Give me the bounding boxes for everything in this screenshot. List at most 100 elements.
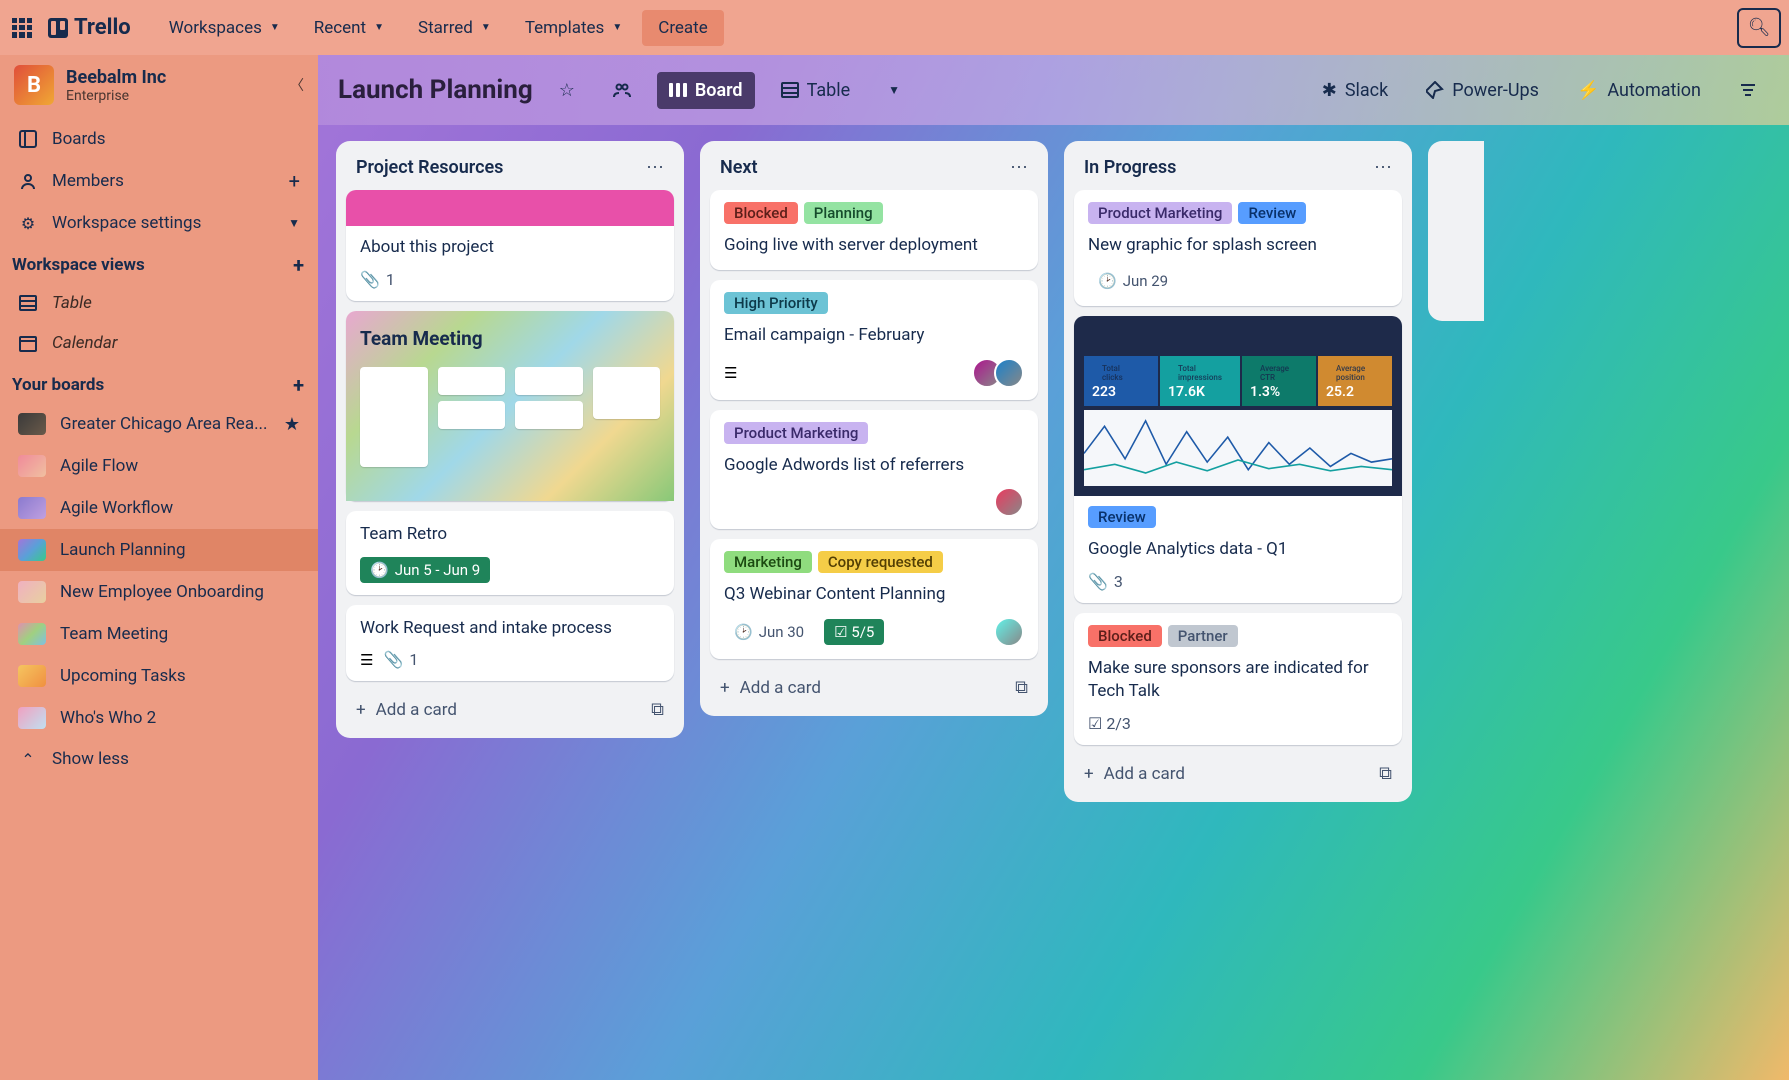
card-label[interactable]: High Priority — [724, 292, 828, 314]
card-title: Email campaign - February — [724, 324, 1024, 348]
avatar[interactable] — [994, 487, 1024, 517]
avatar[interactable] — [994, 358, 1024, 388]
your-boards-heading: Your boards + — [0, 363, 318, 403]
card[interactable]: Work Request and intake process☰📎1 — [346, 605, 674, 682]
sidebar-boards[interactable]: Boards — [0, 119, 318, 159]
date-badge[interactable]: 🕑Jun 5 - Jun 9 — [360, 557, 490, 583]
card[interactable]: BlockedPartnerMake sure sponsors are ind… — [1074, 613, 1402, 746]
card-cover — [346, 190, 674, 226]
create-button[interactable]: Create — [642, 10, 724, 46]
card-members[interactable] — [1002, 617, 1024, 647]
sidebar-settings[interactable]: ⚙ Workspace settings ▼ — [0, 203, 318, 243]
card-members[interactable] — [980, 358, 1024, 388]
sidebar-view-table[interactable]: Table — [0, 283, 318, 323]
card-label[interactable]: Product Marketing — [1088, 202, 1232, 224]
sidebar-board-item[interactable]: Greater Chicago Area Rea... ★ — [0, 403, 318, 445]
sidebar-board-item[interactable]: Launch Planning — [0, 529, 318, 571]
date-badge[interactable]: 🕑Jun 29 — [1088, 268, 1178, 294]
card[interactable]: BlockedPlanningGoing live with server de… — [710, 190, 1038, 270]
card[interactable]: Team Retro🕑Jun 5 - Jun 9 — [346, 511, 674, 595]
description-icon: ☰ — [360, 651, 373, 669]
card-label[interactable]: Partner — [1168, 625, 1238, 647]
board-thumb — [18, 707, 46, 729]
card-label[interactable]: Blocked — [1088, 625, 1162, 647]
workspace-name: Beebalm Inc — [66, 67, 166, 88]
trello-logo-icon — [48, 18, 68, 38]
card-label[interactable]: Product Marketing — [724, 422, 868, 444]
board-thumb — [18, 497, 46, 519]
card-label[interactable]: Planning — [804, 202, 883, 224]
add-board-icon[interactable]: + — [293, 373, 304, 397]
date-badge[interactable]: 🕑Jun 30 — [724, 619, 814, 645]
card[interactable]: High PriorityEmail campaign - February☰ — [710, 280, 1038, 400]
star-icon[interactable]: ★ — [284, 414, 300, 435]
card[interactable]: Product MarketingReviewNew graphic for s… — [1074, 190, 1402, 306]
clock-icon: 🕑 — [1098, 272, 1117, 290]
board-thumb — [18, 581, 46, 603]
card[interactable]: Product MarketingGoogle Adwords list of … — [710, 410, 1038, 530]
list-title[interactable]: In Progress — [1084, 157, 1176, 178]
board-name-label: Who's Who 2 — [60, 708, 156, 728]
sidebar-members[interactable]: Members + — [0, 159, 318, 203]
board-view-button[interactable]: Board — [657, 72, 755, 109]
card[interactable]: Team Meeting — [346, 311, 674, 501]
card[interactable]: MarketingCopy requestedQ3 Webinar Conten… — [710, 539, 1038, 659]
checklist-badge[interactable]: ☑ 2/3 — [1088, 714, 1131, 733]
board-members-button[interactable] — [601, 73, 643, 107]
sidebar-board-item[interactable]: Upcoming Tasks — [0, 655, 318, 697]
card-labels: Review — [1088, 506, 1388, 528]
card-label[interactable]: Blocked — [724, 202, 798, 224]
apps-icon[interactable] — [10, 16, 34, 40]
template-icon[interactable]: ⧉ — [1379, 763, 1392, 784]
filter-button[interactable] — [1727, 73, 1769, 107]
list-menu-icon[interactable]: ⋯ — [1374, 157, 1394, 178]
card-label[interactable]: Marketing — [724, 551, 812, 573]
sidebar-show-less[interactable]: ⌃ Show less — [0, 739, 318, 779]
list: In Progress ⋯Product MarketingReviewNew … — [1064, 141, 1412, 802]
chevron-down-icon[interactable]: ▼ — [288, 216, 300, 230]
sidebar-board-item[interactable]: Team Meeting — [0, 613, 318, 655]
sidebar-board-item[interactable]: New Employee Onboarding — [0, 571, 318, 613]
add-view-icon[interactable]: + — [293, 253, 304, 277]
list-menu-icon[interactable]: ⋯ — [646, 157, 666, 178]
nav-workspaces[interactable]: Workspaces▼ — [155, 10, 294, 46]
list-peek[interactable] — [1428, 141, 1484, 321]
add-card-button[interactable]: +Add a card⧉ — [1074, 755, 1402, 792]
add-member-icon[interactable]: + — [289, 169, 300, 193]
card-title: Work Request and intake process — [360, 617, 660, 641]
nav-recent[interactable]: Recent▼ — [300, 10, 398, 46]
sidebar-view-calendar[interactable]: Calendar — [0, 323, 318, 363]
table-view-button[interactable]: Table — [769, 72, 863, 109]
card[interactable]: Total clicks223Total impressions17.6KAve… — [1074, 316, 1402, 603]
add-card-button[interactable]: +Add a card⧉ — [710, 669, 1038, 706]
list-title[interactable]: Next — [720, 157, 758, 178]
trello-logo[interactable]: Trello — [48, 15, 131, 40]
star-board-button[interactable]: ☆ — [547, 72, 587, 109]
sidebar-board-item[interactable]: Agile Flow — [0, 445, 318, 487]
view-switcher-button[interactable]: ▼ — [876, 75, 912, 105]
card[interactable]: About this project📎1 — [346, 190, 674, 301]
template-icon[interactable]: ⧉ — [651, 699, 664, 720]
template-icon[interactable]: ⧉ — [1015, 677, 1028, 698]
board-name[interactable]: Launch Planning — [338, 75, 533, 105]
card-label[interactable]: Review — [1238, 202, 1306, 224]
card-label[interactable]: Copy requested — [818, 551, 943, 573]
slack-button[interactable]: ✱Slack — [1310, 72, 1401, 109]
list-menu-icon[interactable]: ⋯ — [1010, 157, 1030, 178]
search-button[interactable]: 🔍︎ — [1737, 8, 1781, 48]
collapse-sidebar-icon[interactable]: 〈 — [290, 75, 304, 95]
workspace-plan: Enterprise — [66, 88, 166, 104]
powerups-button[interactable]: Power-Ups — [1414, 72, 1551, 109]
sidebar-board-item[interactable]: Agile Workflow — [0, 487, 318, 529]
avatar[interactable] — [994, 617, 1024, 647]
nav-starred[interactable]: Starred▼ — [404, 10, 505, 46]
nav-templates[interactable]: Templates▼ — [511, 10, 636, 46]
automation-button[interactable]: ⚡Automation — [1565, 72, 1713, 109]
list-title[interactable]: Project Resources — [356, 157, 503, 178]
card-label[interactable]: Review — [1088, 506, 1156, 528]
add-card-button[interactable]: +Add a card⧉ — [346, 691, 674, 728]
checklist-badge[interactable]: ☑ 5/5 — [824, 619, 884, 645]
clock-icon: 🕑 — [734, 623, 753, 641]
sidebar-board-item[interactable]: Who's Who 2 — [0, 697, 318, 739]
card-members[interactable] — [1002, 487, 1024, 517]
